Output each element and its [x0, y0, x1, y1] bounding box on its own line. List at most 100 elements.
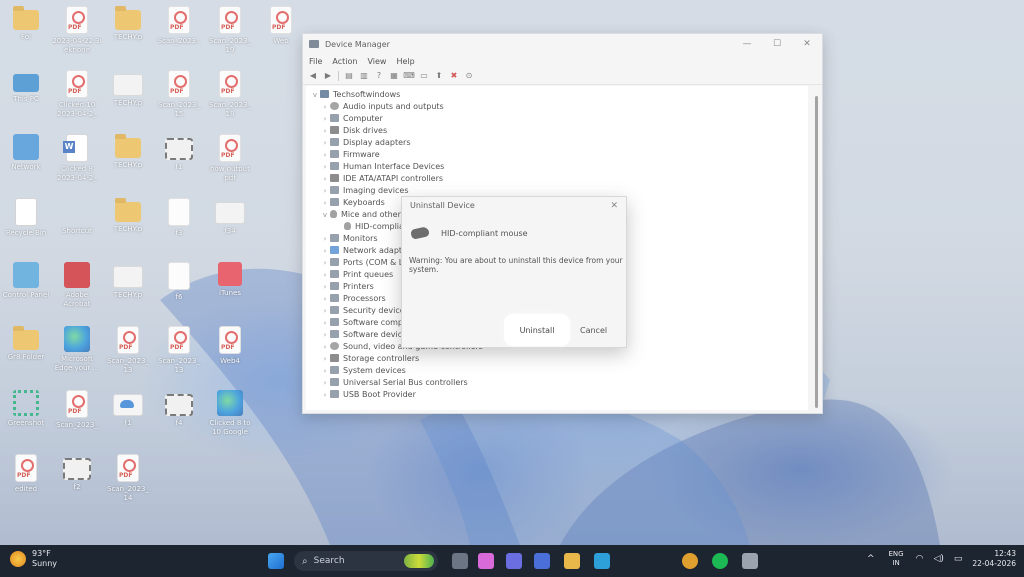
desktop-icon[interactable]: Scan_2023_ [52, 390, 102, 439]
chevron-right-icon[interactable]: › [320, 281, 330, 293]
desktop-icon[interactable]: Adobe Acrobat [52, 262, 102, 309]
chevron-down-icon[interactable]: v [320, 209, 330, 221]
desktop-icon[interactable]: Shortcut [52, 198, 102, 245]
tree-category[interactable]: › Computer [320, 113, 383, 125]
chevron-up-icon[interactable]: ^ [867, 554, 875, 564]
chevron-right-icon[interactable]: › [320, 161, 330, 173]
tree-category[interactable]: v Mice and other [320, 209, 401, 221]
spotify-icon[interactable] [712, 553, 728, 569]
chevron-right-icon[interactable]: › [320, 137, 330, 149]
monitor-icon[interactable]: ▭ [418, 71, 430, 81]
tree-category[interactable]: › Display adapters [320, 137, 411, 149]
view-icon[interactable]: ▦ [388, 71, 400, 81]
tree-category[interactable]: › Audio inputs and outputs [320, 101, 444, 113]
desktop-icon[interactable]: how output pdf [205, 134, 255, 183]
chevron-right-icon[interactable]: › [320, 149, 330, 161]
maximize-button[interactable]: ☐ [762, 34, 792, 54]
properties-icon[interactable]: ▤ [343, 71, 355, 81]
close-button[interactable]: ✕ [792, 34, 822, 54]
tree-category[interactable]: › IDE ATA/ATAPI controllers [320, 173, 443, 185]
weather-widget[interactable]: 93°F Sunny [10, 549, 57, 569]
cancel-button[interactable]: Cancel [574, 323, 612, 337]
disable-device-icon[interactable]: ⊙ [463, 71, 475, 81]
chevron-right-icon[interactable]: › [320, 389, 330, 401]
desktop-icon[interactable]: Recycle Bin [1, 198, 51, 247]
tree-category[interactable]: › Firmware [320, 149, 380, 161]
desktop-icon[interactable]: Network [1, 134, 51, 181]
tree-category[interactable]: › Keyboards [320, 197, 385, 209]
tree-category[interactable]: › Software compo [320, 317, 408, 329]
dialog-titlebar[interactable]: Uninstall Device ✕ [402, 197, 626, 215]
minimize-button[interactable]: — [732, 34, 762, 54]
tree-category[interactable]: › Software device [320, 329, 407, 341]
desktop-icon[interactable]: f4 [154, 390, 204, 437]
tree-category[interactable]: › Imaging devices [320, 185, 409, 197]
tree-category[interactable]: › USB Boot Provider [320, 389, 416, 401]
chevron-right-icon[interactable]: › [320, 305, 330, 317]
desktop-icon[interactable]: f6 [154, 262, 204, 311]
chevron-right-icon[interactable]: › [320, 269, 330, 281]
skype-icon[interactable] [594, 553, 610, 569]
teams-icon[interactable] [506, 553, 522, 569]
chevron-right-icon[interactable]: › [320, 233, 330, 245]
chevron-right-icon[interactable]: › [320, 377, 330, 389]
chevron-right-icon[interactable]: › [320, 257, 330, 269]
desktop-icon[interactable]: Control Panel [1, 262, 51, 309]
menu-help[interactable]: Help [396, 57, 414, 66]
file-explorer-icon[interactable] [452, 553, 468, 569]
uninstall-button[interactable]: Uninstall [507, 317, 567, 343]
desktop-icon[interactable]: Scan_2023_ 14 [103, 454, 153, 503]
desktop-icon[interactable]: TECHY.p [103, 6, 153, 51]
chevron-right-icon[interactable]: › [320, 329, 330, 341]
desktop-icon[interactable]: Gr8 Folder [1, 326, 51, 371]
chevron-right-icon[interactable]: › [320, 101, 330, 113]
desktop-icon[interactable]: TECHY.p [103, 70, 153, 117]
chevron-right-icon[interactable]: › [320, 293, 330, 305]
desktop-icon[interactable]: Clicked 10 2023-04-2_ [52, 70, 102, 119]
tree-category[interactable]: › Ports (COM & L [320, 257, 403, 269]
desktop-icon[interactable]: 2023-04-22 3i eknone [52, 6, 102, 55]
update-driver-icon[interactable]: ⬆ [433, 71, 445, 81]
copilot-icon[interactable] [478, 553, 494, 569]
tree-category[interactable]: › Security device [320, 305, 405, 317]
chevron-right-icon[interactable]: › [320, 173, 330, 185]
chevron-right-icon[interactable]: › [320, 185, 330, 197]
desktop-icon[interactable]: Greenshot [1, 390, 51, 437]
chrome-icon[interactable] [682, 553, 698, 569]
desktop-icon[interactable]: Web4 [205, 326, 255, 375]
desktop-icon[interactable]: Microsoft Edge your ... [52, 326, 102, 373]
chevron-right-icon[interactable]: › [320, 353, 330, 365]
forward-arrow-icon[interactable]: ▶ [322, 71, 334, 81]
tree-category[interactable]: › System devices [320, 365, 406, 377]
desktop-icon[interactable]: Scan_2023.. [154, 6, 204, 55]
desktop-icon[interactable]: Scan_2023_ 15 [154, 70, 204, 119]
desktop-icon[interactable]: f3 [154, 198, 204, 247]
tree-category[interactable]: › Disk drives [320, 125, 387, 137]
tree-device-item[interactable]: HID-complia [344, 221, 404, 233]
uninstall-device-dialog[interactable]: Uninstall Device ✕ HID-compliant mouse W… [401, 196, 627, 348]
desktop-icon[interactable]: TECHY.p [103, 134, 153, 179]
desktop-icon[interactable]: Scan_2023_ 13 [103, 326, 153, 375]
desktop-icon[interactable]: TECHY.p [103, 198, 153, 243]
start-windows-icon[interactable] [268, 553, 284, 569]
chevron-right-icon[interactable]: › [320, 341, 330, 353]
desktop-icon[interactable]: Fol [1, 6, 51, 51]
menu-file[interactable]: File [309, 57, 322, 66]
folder-icon[interactable] [564, 553, 580, 569]
desktop-icon[interactable]: f2 [52, 454, 102, 501]
chevron-right-icon[interactable]: › [320, 317, 330, 329]
volume-icon[interactable]: ◁) [933, 554, 943, 564]
wifi-icon[interactable]: ◠ [916, 554, 924, 564]
desktop-icon[interactable]: edited [1, 454, 51, 503]
chevron-right-icon[interactable]: › [320, 113, 330, 125]
vertical-scrollbar[interactable] [815, 96, 818, 408]
chevron-right-icon[interactable]: › [320, 365, 330, 377]
tree-category[interactable]: › Print queues [320, 269, 393, 281]
desktop-icon[interactable]: f34 [205, 198, 255, 245]
tree-category[interactable]: › Network adapte [320, 245, 407, 257]
desktop-icon[interactable]: iTunes [205, 262, 255, 307]
tree-root[interactable]: v Techsoftwindows [310, 89, 400, 101]
tree-category[interactable]: › Printers [320, 281, 374, 293]
chevron-right-icon[interactable]: › [320, 245, 330, 257]
menu-view[interactable]: View [367, 57, 386, 66]
